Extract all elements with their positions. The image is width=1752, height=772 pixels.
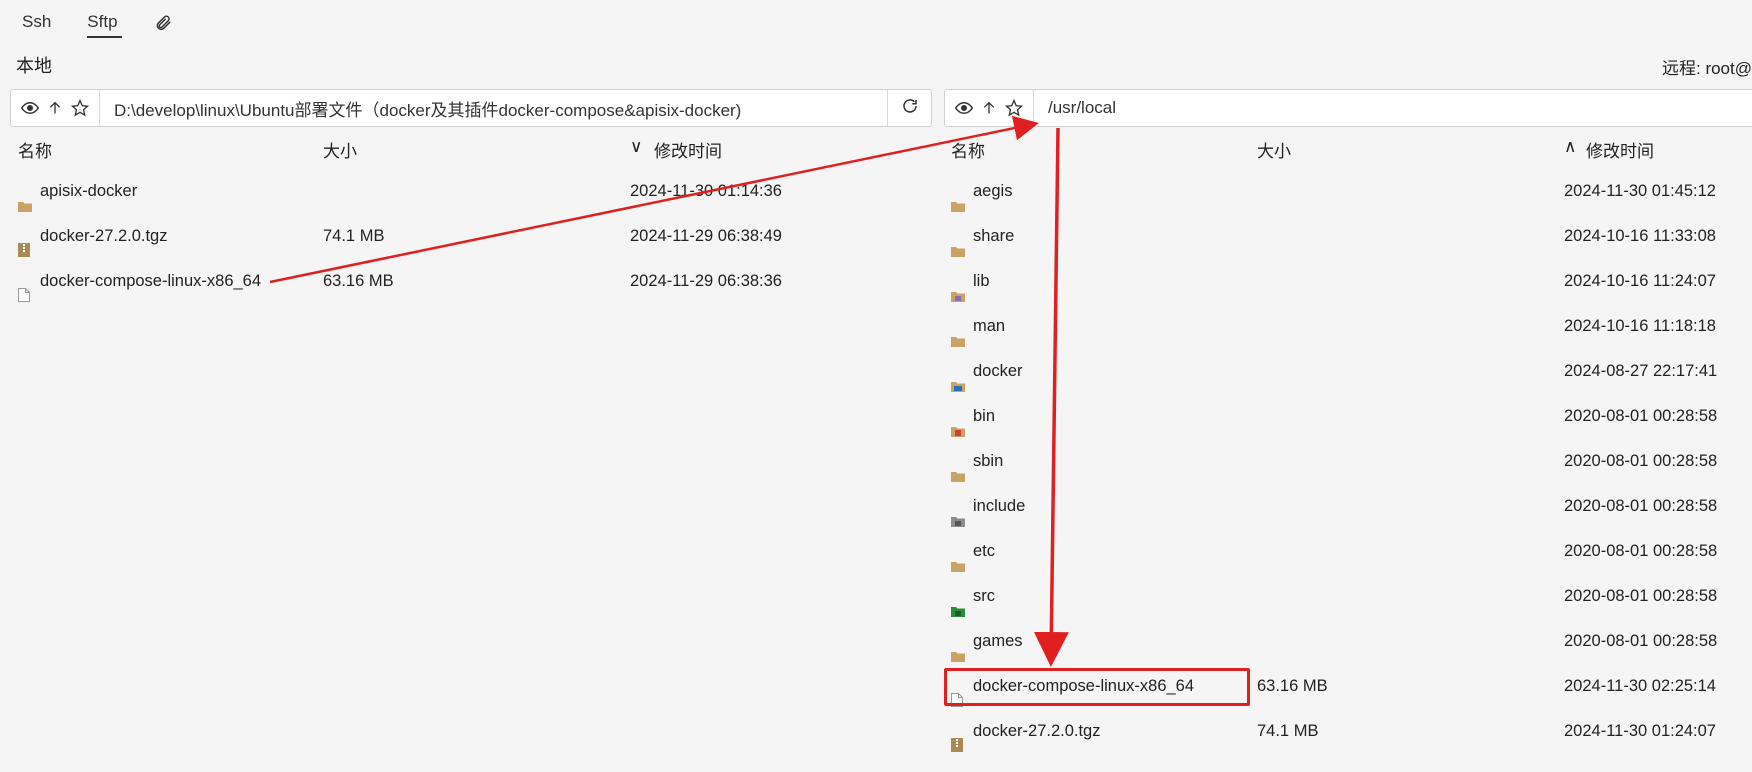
paperclip-icon[interactable] <box>152 12 174 34</box>
list-item[interactable]: share 2024-10-16 11:33:08 <box>944 214 1752 258</box>
file-modified: 2024-11-30 02:25:14 <box>1564 677 1716 695</box>
tab-bar: Ssh Sftp <box>20 8 174 38</box>
col-modified[interactable]: 修改时间 <box>654 137 722 162</box>
archive-icon <box>18 230 32 257</box>
file-modified: 2024-11-29 06:38:49 <box>630 227 782 245</box>
list-item[interactable]: include 2020-08-01 00:28:58 <box>944 484 1752 528</box>
file-modified: 2024-08-27 22:17:41 <box>1564 362 1718 380</box>
list-item[interactable]: bin 2020-08-01 00:28:58 <box>944 394 1752 438</box>
file-size: 63.16 MB <box>1257 677 1328 695</box>
folder-icon <box>951 455 965 482</box>
file-name: docker <box>973 362 1023 380</box>
col-modified[interactable]: 修改时间 <box>1586 137 1654 162</box>
file-modified: 2020-08-01 00:28:58 <box>1564 407 1718 425</box>
eye-icon[interactable] <box>955 99 973 117</box>
list-item[interactable]: etc 2020-08-01 00:28:58 <box>944 529 1752 573</box>
file-name: lib <box>973 272 990 290</box>
arrow-up-icon[interactable] <box>980 99 998 117</box>
file-modified: 2020-08-01 00:28:58 <box>1564 542 1718 560</box>
list-item[interactable]: apisix-docker 2024-11-30 01:14:36 <box>0 169 930 213</box>
file-modified: 2024-11-30 01:14:36 <box>630 182 782 200</box>
list-item[interactable]: docker-27.2.0.tgz 74.1 MB 2024-11-29 06:… <box>0 214 930 258</box>
folder-icon <box>951 635 965 662</box>
list-item[interactable]: docker-27.2.0.tgz 74.1 MB 2024-11-30 01:24… <box>944 709 1752 753</box>
star-icon[interactable] <box>1005 99 1023 117</box>
file-name: include <box>973 497 1026 515</box>
folder-icon <box>18 185 32 212</box>
file-name: sbin <box>973 452 1004 470</box>
local-panel-title: 本地 <box>16 56 52 76</box>
list-item[interactable]: lib 2024-10-16 11:24:07 <box>944 259 1752 303</box>
archive-icon <box>951 725 965 752</box>
refresh-button[interactable] <box>887 90 931 126</box>
file-name: docker-27.2.0.tgz <box>40 227 168 245</box>
folder-icon <box>951 545 965 572</box>
file-modified: 2024-11-29 06:38:36 <box>630 272 782 290</box>
arrow-up-icon[interactable] <box>46 99 64 117</box>
refresh-icon <box>901 97 919 120</box>
folder-icon <box>951 320 965 347</box>
file-size: 74.1 MB <box>323 227 385 245</box>
list-item[interactable]: games 2020-08-01 00:28:58 <box>944 619 1752 663</box>
sort-indicator[interactable]: ∨ <box>630 137 642 157</box>
file-modified: 2020-08-01 00:28:58 <box>1564 452 1718 470</box>
file-name: share <box>973 227 1015 245</box>
col-size[interactable]: 大小 <box>323 137 357 162</box>
local-path-input[interactable]: D:\develop\linux\Ubuntu部署文件（docker及其插件do… <box>100 96 887 121</box>
file-modified: 2024-10-16 11:24:07 <box>1564 272 1716 290</box>
list-item[interactable]: docker-compose-linux-x86_64 63.16 MB 202… <box>0 259 930 303</box>
file-name: aegis <box>973 182 1013 200</box>
star-icon[interactable] <box>71 99 89 117</box>
folder-bin-icon <box>951 410 965 437</box>
remote-path-input[interactable]: /usr/local <box>1034 98 1752 118</box>
folder-icon <box>951 230 965 257</box>
file-size: 74.1 MB <box>1257 722 1319 740</box>
file-modified: 2024-10-16 11:18:18 <box>1564 317 1716 335</box>
tab-ssh[interactable]: Ssh <box>20 8 63 38</box>
eye-icon[interactable] <box>21 99 39 117</box>
file-name: docker-compose-linux-x86_64 <box>973 677 1195 695</box>
remote-path-bar: /usr/local <box>944 89 1752 127</box>
list-item[interactable]: sbin 2020-08-01 00:28:58 <box>944 439 1752 483</box>
folder-lib-icon <box>951 275 965 302</box>
list-item[interactable]: man 2024-10-16 11:18:18 <box>944 304 1752 348</box>
file-name: man <box>973 317 1006 335</box>
file-modified: 2020-08-01 00:28:58 <box>1564 632 1718 650</box>
file-name: etc <box>973 542 996 560</box>
folder-icon <box>951 185 965 212</box>
remote-panel-title: 远程: root@ <box>1662 59 1752 78</box>
list-item[interactable]: src 2020-08-01 00:28:58 <box>944 574 1752 618</box>
file-name: bin <box>973 407 996 425</box>
file-name: apisix-docker <box>40 182 138 200</box>
file-modified: 2024-11-30 01:45:12 <box>1564 182 1716 200</box>
file-modified: 2020-08-01 00:28:58 <box>1564 587 1718 605</box>
file-modified: 2024-10-16 11:33:08 <box>1564 227 1716 245</box>
local-path-bar: D:\develop\linux\Ubuntu部署文件（docker及其插件do… <box>10 89 932 127</box>
file-modified: 2020-08-01 00:28:58 <box>1564 497 1718 515</box>
col-name[interactable]: 名称 <box>18 137 52 162</box>
file-name: docker-27.2.0.tgz <box>973 722 1101 740</box>
folder-src-icon <box>951 590 965 617</box>
col-size[interactable]: 大小 <box>1257 137 1291 162</box>
folder-include-icon <box>951 500 965 527</box>
file-icon <box>951 680 965 707</box>
sort-indicator[interactable]: ∧ <box>1564 137 1576 157</box>
file-icon <box>18 275 32 302</box>
folder-docker-icon <box>951 365 965 392</box>
file-modified: 2024-11-30 01:24:07 <box>1564 722 1716 740</box>
list-item[interactable]: docker 2024-08-27 22:17:41 <box>944 349 1752 393</box>
tab-sftp[interactable]: Sftp <box>85 8 129 38</box>
list-item[interactable]: docker-compose-linux-x86_64 63.16 MB 2024-… <box>944 664 1752 708</box>
file-size: 63.16 MB <box>323 272 394 290</box>
col-name[interactable]: 名称 <box>951 137 985 162</box>
remote-column-header: 名称 大小 ∧ 修改时间 <box>944 137 1752 167</box>
file-name: src <box>973 587 995 605</box>
file-name: docker-compose-linux-x86_64 <box>40 272 262 290</box>
file-name: games <box>973 632 1023 650</box>
list-item[interactable]: aegis 2024-11-30 01:45:12 <box>944 169 1752 213</box>
local-column-header: 名称 大小 ∨ 修改时间 <box>0 137 930 167</box>
